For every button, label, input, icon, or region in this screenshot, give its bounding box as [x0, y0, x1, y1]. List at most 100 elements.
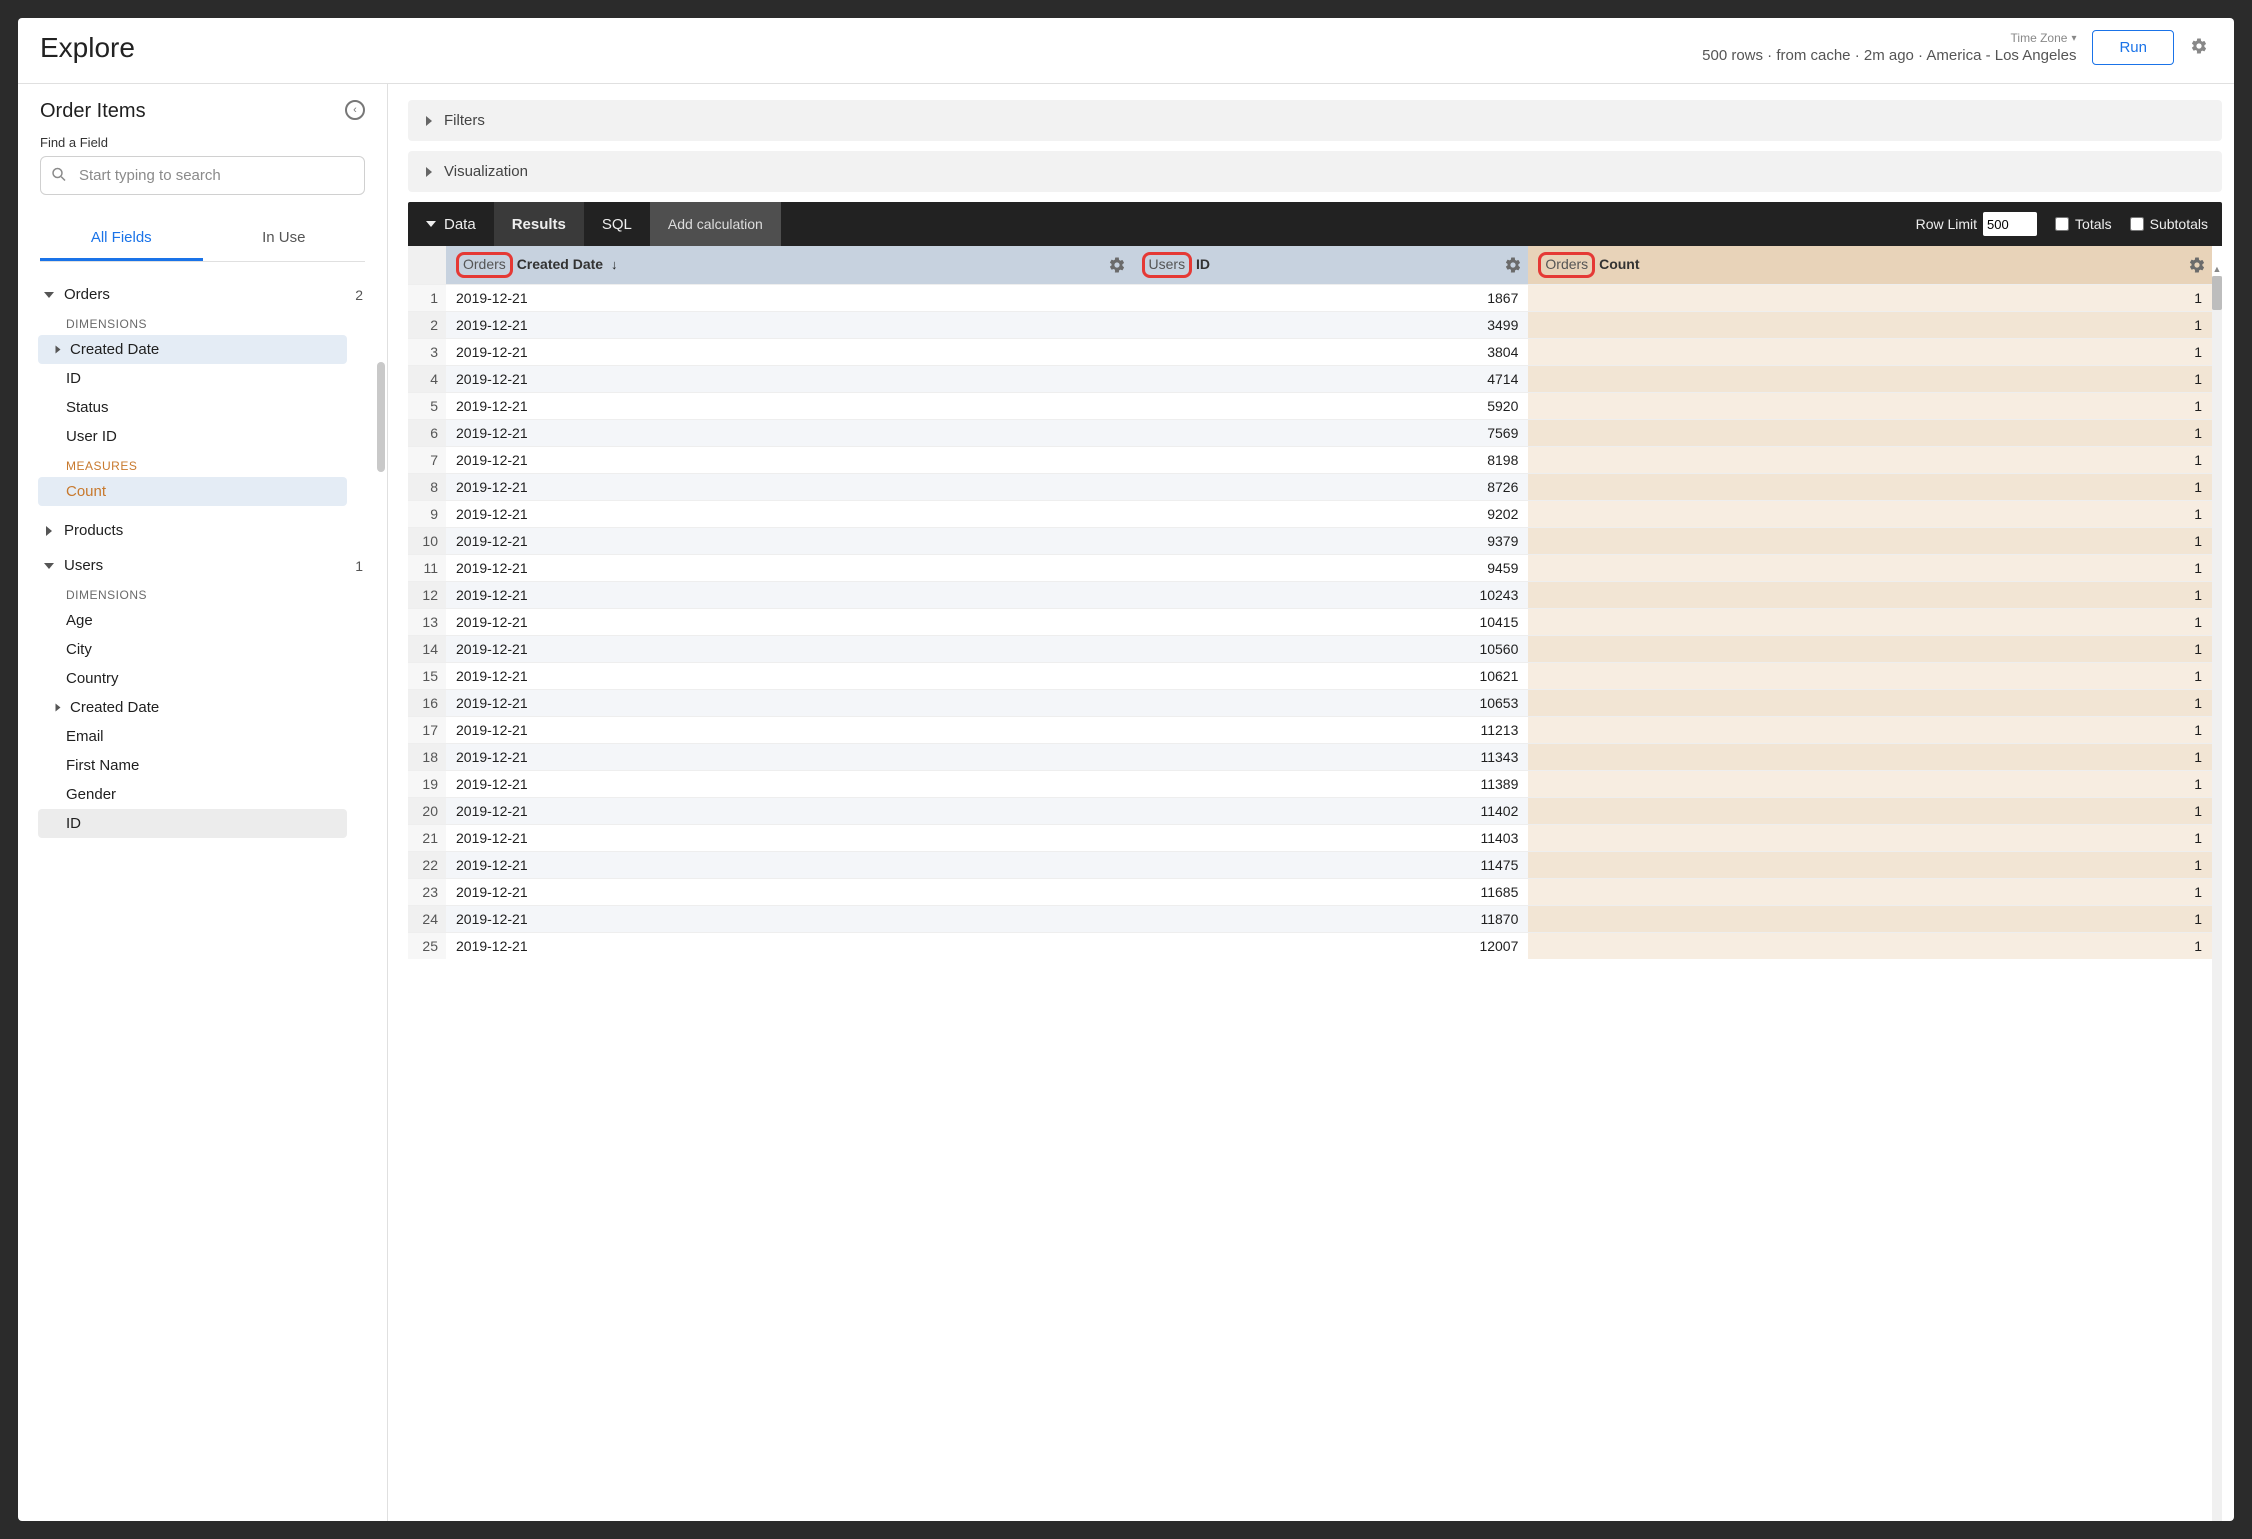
field-search-input[interactable] — [40, 156, 365, 195]
cell-count[interactable]: 1 — [1528, 608, 2212, 635]
cell-count[interactable]: 1 — [1528, 824, 2212, 851]
table-row[interactable]: 92019-12-2192021 — [408, 500, 2212, 527]
table-row[interactable]: 232019-12-21116851 — [408, 878, 2212, 905]
cell-count[interactable]: 1 — [1528, 797, 2212, 824]
table-row[interactable]: 172019-12-21112131 — [408, 716, 2212, 743]
cell-created-date[interactable]: 2019-12-21 — [446, 635, 1132, 662]
cell-count[interactable]: 1 — [1528, 500, 2212, 527]
table-row[interactable]: 82019-12-2187261 — [408, 473, 2212, 500]
cell-created-date[interactable]: 2019-12-21 — [446, 905, 1132, 932]
column-gear-icon[interactable] — [1504, 256, 1522, 274]
cell-count[interactable]: 1 — [1528, 581, 2212, 608]
table-row[interactable]: 22019-12-2134991 — [408, 311, 2212, 338]
cell-created-date[interactable]: 2019-12-21 — [446, 770, 1132, 797]
cell-count[interactable]: 1 — [1528, 716, 2212, 743]
field-users-country[interactable]: Country — [38, 664, 377, 693]
cell-created-date[interactable]: 2019-12-21 — [446, 365, 1132, 392]
cell-count[interactable]: 1 — [1528, 770, 2212, 797]
cell-created-date[interactable]: 2019-12-21 — [446, 554, 1132, 581]
cell-created-date[interactable]: 2019-12-21 — [446, 797, 1132, 824]
field-users-email[interactable]: Email — [38, 722, 377, 751]
cell-created-date[interactable]: 2019-12-21 — [446, 662, 1132, 689]
cell-user-id[interactable]: 11389 — [1132, 770, 1529, 797]
cell-user-id[interactable]: 9379 — [1132, 527, 1529, 554]
tab-all-fields[interactable]: All Fields — [40, 217, 203, 261]
cell-created-date[interactable]: 2019-12-21 — [446, 851, 1132, 878]
table-row[interactable]: 242019-12-21118701 — [408, 905, 2212, 932]
cell-user-id[interactable]: 8198 — [1132, 446, 1529, 473]
cell-user-id[interactable]: 11870 — [1132, 905, 1529, 932]
table-row[interactable]: 192019-12-21113891 — [408, 770, 2212, 797]
field-users-created-date[interactable]: Created Date — [38, 693, 377, 722]
cell-created-date[interactable]: 2019-12-21 — [446, 689, 1132, 716]
cell-user-id[interactable]: 11685 — [1132, 878, 1529, 905]
cell-created-date[interactable]: 2019-12-21 — [446, 878, 1132, 905]
cell-created-date[interactable]: 2019-12-21 — [446, 743, 1132, 770]
cell-count[interactable]: 1 — [1528, 905, 2212, 932]
field-orders-user-id[interactable]: User ID — [38, 422, 377, 451]
cell-count[interactable]: 1 — [1528, 878, 2212, 905]
cell-user-id[interactable]: 12007 — [1132, 932, 1529, 959]
cell-user-id[interactable]: 4714 — [1132, 365, 1529, 392]
table-row[interactable]: 32019-12-2138041 — [408, 338, 2212, 365]
cell-created-date[interactable]: 2019-12-21 — [446, 392, 1132, 419]
collapse-sidebar-button[interactable]: ‹ — [345, 100, 365, 120]
cell-user-id[interactable]: 7569 — [1132, 419, 1529, 446]
sidebar-scrollbar[interactable] — [377, 362, 385, 472]
scrollbar-thumb[interactable] — [2212, 276, 2222, 310]
table-row[interactable]: 222019-12-21114751 — [408, 851, 2212, 878]
field-orders-id[interactable]: ID — [38, 364, 377, 393]
field-users-first-name[interactable]: First Name — [38, 751, 377, 780]
cell-count[interactable]: 1 — [1528, 419, 2212, 446]
subtotals-checkbox[interactable]: Subtotals — [2130, 216, 2208, 232]
column-header-users-id[interactable]: Users ID — [1132, 246, 1529, 284]
cell-user-id[interactable]: 10621 — [1132, 662, 1529, 689]
cell-user-id[interactable]: 3499 — [1132, 311, 1529, 338]
cell-count[interactable]: 1 — [1528, 284, 2212, 311]
cell-created-date[interactable]: 2019-12-21 — [446, 824, 1132, 851]
scroll-up-icon[interactable]: ▲ — [2212, 264, 2222, 274]
results-scrollbar[interactable]: ▲ ▼ — [2212, 276, 2222, 1521]
table-row[interactable]: 42019-12-2147141 — [408, 365, 2212, 392]
visualization-accordion[interactable]: Visualization — [408, 151, 2222, 192]
table-row[interactable]: 62019-12-2175691 — [408, 419, 2212, 446]
cell-created-date[interactable]: 2019-12-21 — [446, 608, 1132, 635]
cell-created-date[interactable]: 2019-12-21 — [446, 932, 1132, 959]
field-users-gender[interactable]: Gender — [38, 780, 377, 809]
cell-count[interactable]: 1 — [1528, 473, 2212, 500]
cell-count[interactable]: 1 — [1528, 554, 2212, 581]
field-orders-status[interactable]: Status — [38, 393, 377, 422]
sql-tab[interactable]: SQL — [584, 202, 650, 246]
field-users-age[interactable]: Age — [38, 606, 377, 635]
tab-in-use[interactable]: In Use — [203, 217, 366, 261]
cell-count[interactable]: 1 — [1528, 743, 2212, 770]
cell-user-id[interactable]: 11343 — [1132, 743, 1529, 770]
table-row[interactable]: 252019-12-21120071 — [408, 932, 2212, 959]
column-gear-icon[interactable] — [1108, 256, 1126, 274]
settings-gear-icon[interactable] — [2190, 37, 2212, 59]
view-orders-header[interactable]: Orders 2 — [38, 280, 377, 309]
cell-created-date[interactable]: 2019-12-21 — [446, 446, 1132, 473]
view-products-header[interactable]: Products — [38, 516, 377, 545]
table-row[interactable]: 12019-12-2118671 — [408, 284, 2212, 311]
table-row[interactable]: 132019-12-21104151 — [408, 608, 2212, 635]
cell-user-id[interactable]: 1867 — [1132, 284, 1529, 311]
table-row[interactable]: 152019-12-21106211 — [408, 662, 2212, 689]
cell-user-id[interactable]: 10653 — [1132, 689, 1529, 716]
cell-user-id[interactable]: 10415 — [1132, 608, 1529, 635]
cell-count[interactable]: 1 — [1528, 662, 2212, 689]
cell-count[interactable]: 1 — [1528, 689, 2212, 716]
field-orders-count[interactable]: Count — [38, 477, 347, 506]
table-row[interactable]: 212019-12-21114031 — [408, 824, 2212, 851]
cell-user-id[interactable]: 11475 — [1132, 851, 1529, 878]
field-users-id[interactable]: ID — [38, 809, 347, 838]
cell-user-id[interactable]: 11213 — [1132, 716, 1529, 743]
cell-count[interactable]: 1 — [1528, 851, 2212, 878]
table-row[interactable]: 72019-12-2181981 — [408, 446, 2212, 473]
cell-count[interactable]: 1 — [1528, 446, 2212, 473]
cell-user-id[interactable]: 8726 — [1132, 473, 1529, 500]
table-row[interactable]: 182019-12-21113431 — [408, 743, 2212, 770]
column-header-orders-created-date[interactable]: Orders Created Date ↓ — [446, 246, 1132, 284]
cell-created-date[interactable]: 2019-12-21 — [446, 581, 1132, 608]
cell-user-id[interactable]: 5920 — [1132, 392, 1529, 419]
